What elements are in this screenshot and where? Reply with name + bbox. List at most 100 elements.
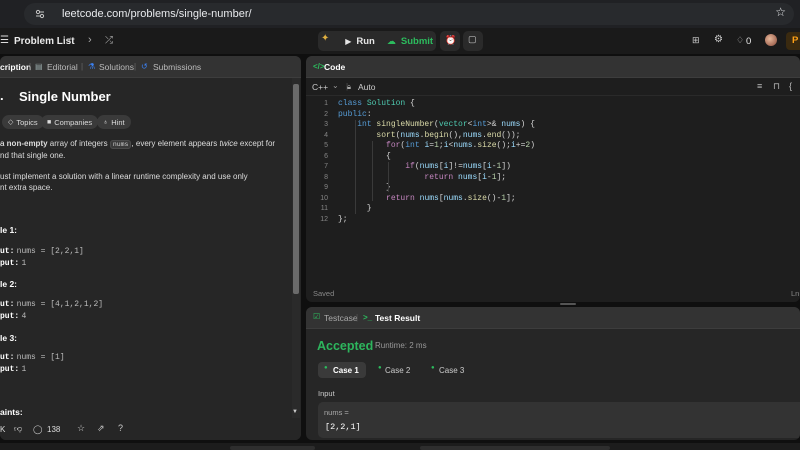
streak-count: 0	[746, 36, 752, 47]
tab-solutions[interactable]: Solutions	[99, 62, 134, 72]
site-info-icon[interactable]	[34, 8, 46, 20]
test-tabbar: ☑ Testcase | >_ Test Result	[306, 307, 800, 329]
problem-list-link[interactable]: Problem List	[14, 36, 75, 47]
input-label: ut:	[0, 247, 15, 256]
indent-guide	[355, 120, 356, 214]
tab-divider: |	[356, 313, 359, 322]
case-1-tab[interactable]: ● Case 1	[318, 362, 366, 378]
flask-icon: ⚗	[88, 62, 96, 71]
twice-italic: twice	[219, 139, 238, 148]
layout-grid-icon[interactable]: ⊞	[692, 35, 700, 46]
problem-title-prefix: .	[0, 88, 4, 103]
code-line-3: int singleNumber(vector<int>& nums) {	[357, 120, 535, 129]
hint-chip[interactable]: ♁ Hint	[97, 115, 131, 129]
output-value: 4	[21, 312, 27, 321]
favorite-star-icon[interactable]: ☆	[77, 423, 85, 434]
tab-description[interactable]: cription	[0, 62, 31, 72]
indent-guide	[372, 141, 373, 201]
runtime-text: Runtime: 2 ms	[375, 341, 427, 350]
avatar[interactable]	[765, 34, 777, 46]
tab-submissions[interactable]: Submissions	[153, 62, 201, 72]
dislike-icon[interactable]: 👎︎	[14, 424, 22, 434]
line-number: 1	[324, 100, 328, 107]
cursor-position: Ln	[791, 289, 800, 298]
tab-divider: |	[134, 62, 137, 71]
address-bar[interactable]: leetcode.com/problems/single-number/	[24, 3, 794, 25]
line-number: 3	[324, 121, 328, 128]
line-number: 11	[320, 205, 328, 212]
pass-dot-icon: ●	[431, 365, 435, 371]
run-button[interactable]: ▶ Run	[340, 31, 380, 51]
line-number: 6	[324, 152, 328, 160]
desc-text: nt extra space.	[0, 183, 53, 192]
braces-icon[interactable]: {	[789, 81, 792, 91]
scroll-down-icon[interactable]: ▼	[292, 409, 298, 415]
bookmark-icon[interactable]: ⊓	[773, 81, 780, 92]
description-panel: cription | ▤ Editorial | ⚗ Solutions | ↺…	[0, 56, 301, 440]
settings-gear-icon[interactable]: ⚙	[714, 34, 723, 45]
play-icon: ▶	[345, 36, 352, 46]
list-menu-icon[interactable]: ☰	[0, 35, 9, 46]
test-result-panel: ☑ Testcase | >_ Test Result Accepted Run…	[306, 307, 800, 440]
problem-title: Single Number	[19, 89, 111, 104]
companies-chip[interactable]: ■ Companies	[41, 115, 99, 129]
comment-icon[interactable]: ◯	[33, 424, 43, 435]
line-number: 10	[320, 194, 328, 202]
scrollbar-thumb[interactable]	[293, 84, 299, 294]
description-tabbar: cription | ▤ Editorial | ⚗ Solutions | ↺…	[0, 56, 301, 78]
example-1-output: put: 1	[0, 258, 26, 268]
premium-button[interactable]: P	[786, 32, 800, 50]
code-line-6: {	[338, 151, 391, 161]
input-value: nums = [2,2,1]	[16, 247, 84, 256]
bottom-bar-item	[420, 446, 610, 450]
case-3-tab[interactable]: ● Case 3	[425, 362, 473, 378]
share-icon[interactable]: ⇗	[97, 423, 105, 434]
topics-chip[interactable]: ◇ Topics	[2, 115, 44, 129]
line-number: 12	[320, 215, 328, 223]
next-problem-icon[interactable]: ›	[88, 34, 92, 46]
code-line-8: return nums[i-1];	[424, 172, 507, 182]
tab-testcase[interactable]: Testcase	[324, 313, 358, 323]
comment-count: 138	[47, 425, 61, 434]
tab-test-result[interactable]: Test Result	[375, 313, 420, 323]
line-number: 8	[324, 173, 328, 181]
panel-resize-handle[interactable]	[560, 303, 576, 305]
output-label: put:	[0, 259, 20, 268]
example-2-heading: le 2:	[0, 279, 18, 289]
debug-icon[interactable]: ✦	[321, 33, 335, 49]
case-2-label: Case 2	[385, 366, 411, 375]
history-icon: ↺	[141, 62, 148, 71]
constraints-heading: aints:	[0, 407, 23, 417]
code-tabbar: </> Code	[306, 56, 800, 78]
code-editor[interactable]: 1 2 3 4 5 6 7 8 9 10 11 12 class Solution { public:…	[306, 99, 800, 279]
tab-editorial[interactable]: Editorial	[47, 62, 78, 72]
alarm-icon: ⏰	[445, 35, 457, 45]
pass-dot-icon: ●	[378, 365, 382, 371]
checkbox-icon: ☑	[313, 312, 321, 321]
like-count[interactable]: K	[0, 425, 5, 434]
submit-button[interactable]: ☁ Submit	[384, 31, 436, 51]
fire-streak-icon[interactable]: ♢	[736, 35, 744, 46]
topics-label: Topics	[16, 117, 38, 127]
auto-mode[interactable]: Auto	[358, 82, 376, 92]
example-1-heading: le 1:	[0, 225, 18, 235]
shuffle-icon[interactable]: ⤮	[105, 35, 113, 46]
case-2-tab[interactable]: ● Case 2	[372, 362, 420, 378]
url-text[interactable]: leetcode.com/problems/single-number/	[62, 8, 252, 20]
example-3-heading: le 3:	[0, 333, 18, 343]
tab-divider: |	[81, 62, 84, 71]
help-icon[interactable]: ?	[118, 423, 123, 433]
prev-problem-icon[interactable]: ‹	[68, 34, 72, 46]
format-icon[interactable]: ≡	[757, 81, 762, 91]
bookmark-star-icon[interactable]: ☆	[775, 5, 786, 19]
bottom-bar-item	[230, 446, 315, 450]
code-line-4: sort(nums.begin(),nums.end());	[376, 130, 521, 140]
bottom-strip	[0, 443, 800, 450]
tab-code[interactable]: Code	[324, 62, 345, 72]
example-2-input: ut: nums = [4,1,2,1,2]	[0, 299, 103, 309]
chevron-down-icon[interactable]: ⌄	[332, 81, 339, 90]
input-var-value: [2,2,1]	[325, 422, 361, 432]
description-footer	[0, 420, 301, 440]
language-select[interactable]: C++	[312, 82, 328, 92]
desc-text: ust implement a solution with a linear r…	[0, 172, 248, 181]
